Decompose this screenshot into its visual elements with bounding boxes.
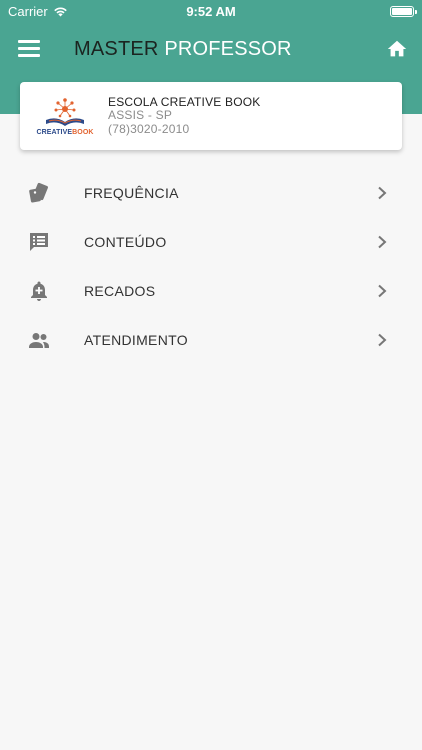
menu-list: FREQUÊNCIA CONTEÚDO RECADOS ATENDIMENTO	[0, 168, 422, 364]
chevron-right-icon	[378, 186, 387, 199]
chevron-right-icon	[378, 284, 387, 297]
menu-item-label: ATENDIMENTO	[84, 331, 188, 348]
chevron-right-icon	[378, 333, 387, 346]
menu-item-label: FREQUÊNCIA	[84, 184, 179, 201]
menu-item-frequencia[interactable]: FREQUÊNCIA	[0, 168, 422, 217]
app-title-part2: PROFESSOR	[164, 38, 292, 60]
school-card[interactable]: CREATIVEBOOK ESCOLA CREATIVE BOOK ASSIS …	[20, 82, 402, 150]
message-list-icon	[26, 229, 52, 255]
carrier-label: Carrier	[8, 3, 48, 19]
wifi-icon	[53, 6, 67, 16]
school-phone: (78)3020-2010	[108, 121, 190, 136]
school-city: ASSIS - SP	[108, 108, 173, 123]
carrier-group: Carrier	[8, 4, 68, 19]
school-info: ESCOLA CREATIVE BOOK ASSIS - SP (78)3020…	[108, 94, 261, 137]
menu-item-atendimento[interactable]: ATENDIMENTO	[0, 315, 422, 364]
school-name: ESCOLA CREATIVE BOOK	[108, 94, 261, 109]
logo-text-part1: CREATIVE	[36, 128, 73, 136]
battery-icon	[390, 5, 417, 17]
chevron-right-icon	[378, 235, 387, 248]
school-logo: CREATIVEBOOK	[20, 82, 106, 150]
notification-add-icon	[26, 278, 52, 304]
tags-icon	[26, 180, 52, 206]
logo-emblem-icon	[46, 97, 84, 126]
hamburger-menu-icon[interactable]	[18, 40, 40, 58]
app-title: MASTER PROFESSOR	[74, 38, 292, 61]
logo-text: CREATIVEBOOK	[36, 129, 93, 136]
logo-text-part2: BOOK	[72, 128, 94, 136]
menu-item-conteudo[interactable]: CONTEÚDO	[0, 217, 422, 266]
status-bar: Carrier 9:52 AM	[0, 0, 422, 22]
home-icon[interactable]	[386, 38, 408, 60]
menu-item-label: RECADOS	[84, 282, 156, 299]
menu-item-recados[interactable]: RECADOS	[0, 266, 422, 315]
people-icon	[26, 327, 52, 353]
menu-item-label: CONTEÚDO	[84, 233, 167, 250]
app-title-part1: MASTER	[74, 38, 159, 60]
